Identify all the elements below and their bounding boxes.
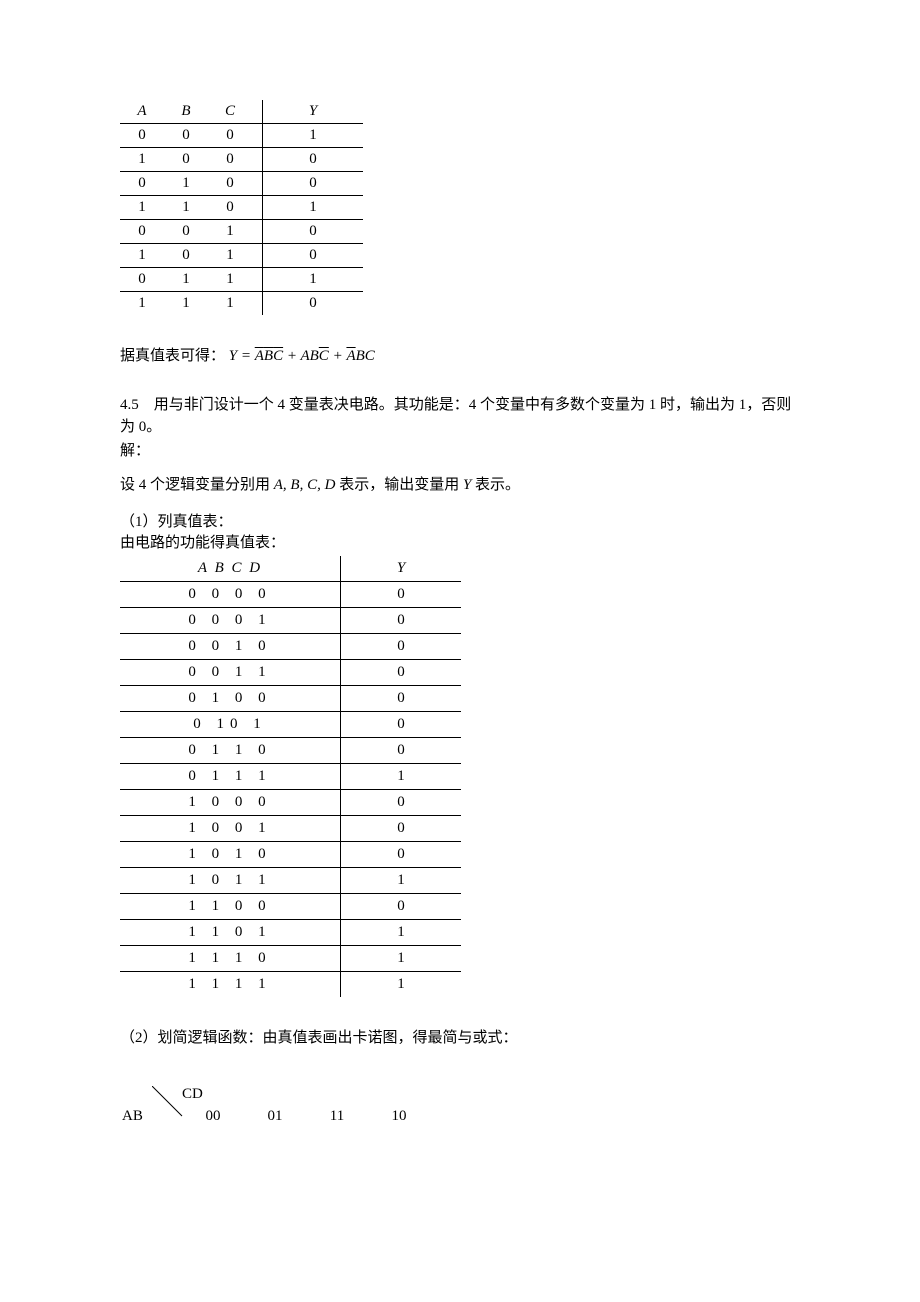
kmap-col-headers: 00 01 11 10	[200, 1108, 412, 1125]
table-row: 1000	[120, 148, 363, 172]
table-row: 0 0 1 00	[120, 634, 461, 660]
step2-title: （2）划简逻辑函数：由真值表画出卡诺图，得最简与或式：	[120, 1027, 800, 1050]
table-row: 0111	[120, 268, 363, 292]
step1-subtitle: 由电路的功能得真值表：	[120, 531, 800, 552]
table-row: 1010	[120, 244, 363, 268]
table-row: 1110	[120, 292, 363, 316]
col-header-y: Y	[341, 556, 462, 582]
table-row: 1 1 1 01	[120, 946, 461, 972]
table-row: 0100	[120, 172, 363, 196]
table-row: 1101	[120, 196, 363, 220]
table-row: 1 0 0 00	[120, 790, 461, 816]
table-row: 1 0 1 00	[120, 842, 461, 868]
truth-table-4var: A B C D Y 0 0 0 00 0 0 0 10 0 0 1 00 0 0…	[120, 556, 461, 997]
col-header-y: Y	[263, 100, 364, 124]
col-header-b: B	[164, 100, 208, 124]
col-header-abcd: A B C D	[120, 556, 341, 582]
col-header-a: A	[120, 100, 164, 124]
table-row: 0 0 0 10	[120, 608, 461, 634]
table-row: 0 0 1 10	[120, 660, 461, 686]
kmap-header: CD AB 00 01 11 10	[120, 1090, 440, 1130]
table-row: 0 10 10	[120, 712, 461, 738]
derive-prefix: 据真值表可得：	[120, 348, 225, 364]
kmap-row-label: AB	[122, 1108, 143, 1125]
table-row: 1 1 0 00	[120, 894, 461, 920]
table-row: 1 0 1 11	[120, 868, 461, 894]
table-row: 0 1 1 11	[120, 764, 461, 790]
table-row: 0010	[120, 220, 363, 244]
table-row: 0 0 0 00	[120, 582, 461, 608]
derived-formula: 据真值表可得： Y = ABC + ABC + ABC	[120, 345, 800, 368]
solution-label: 解：	[120, 439, 800, 460]
kmap-diagonal-line-icon	[152, 1086, 186, 1120]
table-row: 1 0 0 10	[120, 816, 461, 842]
truth-table-3var: A B C Y 0001 1000 0100 1101 0010 1010 01…	[120, 100, 363, 315]
table-row: 0001	[120, 124, 363, 148]
step1-title: （1）列真值表：	[120, 510, 800, 531]
col-header-c: C	[208, 100, 263, 124]
table-row: 0 1 0 00	[120, 686, 461, 712]
problem-statement: 4.5 用与非门设计一个 4 变量表决电路。其功能是：4 个变量中有多数个变量为…	[120, 394, 800, 439]
table-row: 1 1 1 11	[120, 972, 461, 998]
table-row: 0 1 1 00	[120, 738, 461, 764]
kmap-col-label: CD	[182, 1086, 203, 1103]
table-row: 1 1 0 11	[120, 920, 461, 946]
variable-definition: 设 4 个逻辑变量分别用 A, B, C, D 表示，输出变量用 Y 表示。	[120, 474, 800, 497]
